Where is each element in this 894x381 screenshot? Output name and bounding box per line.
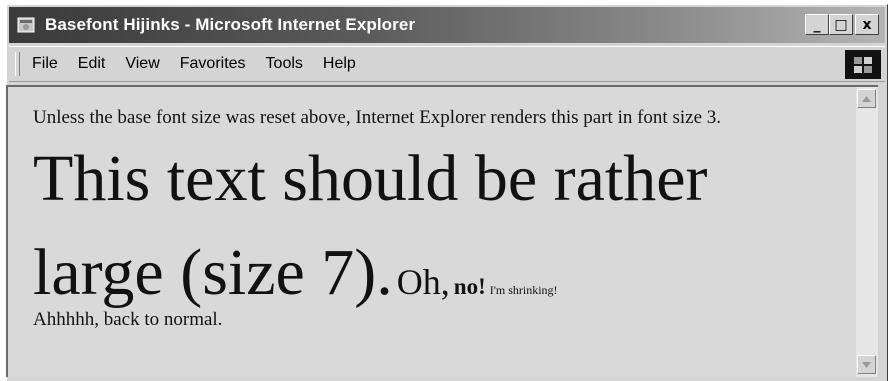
- menu-file[interactable]: File: [32, 55, 58, 73]
- windows-logo-throbber: [845, 50, 881, 79]
- scroll-up-button[interactable]: [857, 89, 876, 108]
- arrow-down-icon: [862, 361, 871, 368]
- scroll-down-button[interactable]: [857, 355, 876, 374]
- menu-edit[interactable]: Edit: [78, 55, 106, 73]
- page-content: Unless the base font size was reset abov…: [6, 85, 856, 377]
- shrinking-text: I'm shrinking!: [489, 283, 558, 297]
- vertical-scrollbar[interactable]: [856, 85, 878, 377]
- menu-favorites[interactable]: Favorites: [180, 55, 246, 73]
- maximize-icon: □: [834, 16, 848, 33]
- windows-logo-icon: [854, 56, 872, 73]
- menu-bar: File Edit View Favorites Tools Help: [9, 46, 885, 82]
- window-controls: _ □ x: [805, 14, 879, 35]
- close-button[interactable]: x: [855, 14, 879, 35]
- arrow-up-icon: [862, 95, 871, 102]
- normal-text: Ahhhhh, back to normal.: [33, 309, 223, 330]
- window-title: Basefont Hijinks - Microsoft Internet Ex…: [45, 15, 416, 34]
- menu-help[interactable]: Help: [323, 55, 356, 73]
- menu-view[interactable]: View: [125, 55, 159, 73]
- title-bar[interactable]: Basefont Hijinks - Microsoft Internet Ex…: [9, 7, 885, 43]
- internet-explorer-icon: [15, 14, 37, 36]
- intro-text: Unless the base font size was reset abov…: [33, 107, 721, 128]
- minimize-icon: _: [813, 16, 821, 33]
- large-text-size-7: large (size 7).: [33, 236, 393, 309]
- toolbar-grip[interactable]: [15, 52, 20, 76]
- menu-tools[interactable]: Tools: [266, 55, 303, 73]
- oh-text: Oh,: [396, 262, 450, 302]
- no-text: no!: [453, 274, 486, 299]
- close-icon: x: [862, 16, 872, 33]
- large-text-line-1: This text should be rather: [33, 142, 708, 215]
- maximize-button[interactable]: □: [829, 14, 853, 35]
- minimize-button[interactable]: _: [805, 14, 829, 35]
